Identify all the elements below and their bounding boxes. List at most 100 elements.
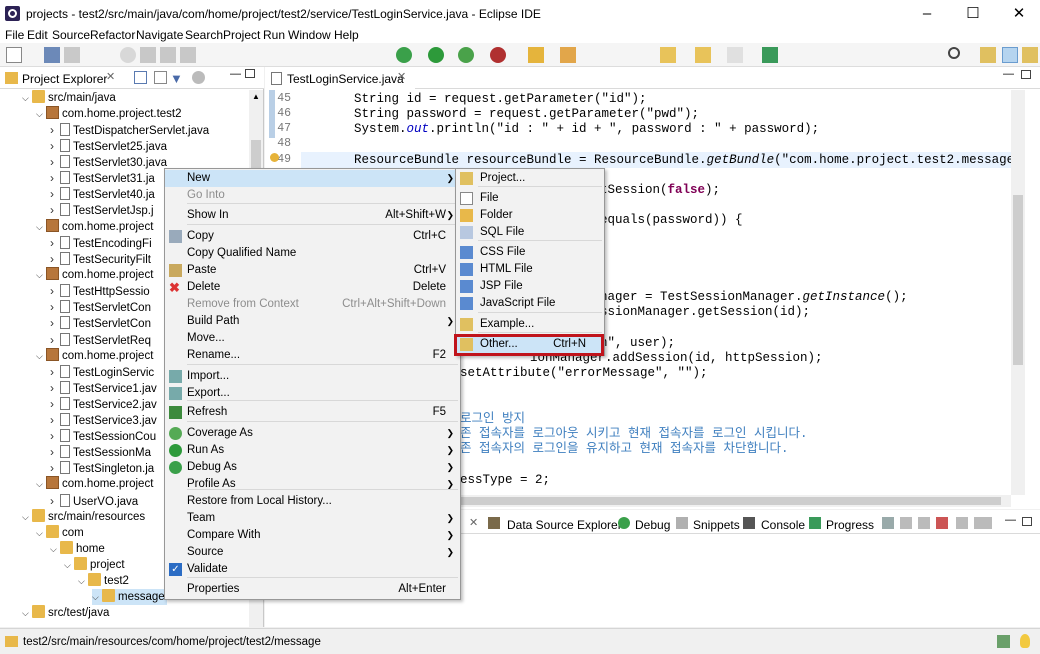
tree-item[interactable]: › TestLoginServic <box>50 364 154 380</box>
menu-window[interactable]: Window <box>288 28 331 42</box>
menu-file[interactable]: File <box>5 28 24 42</box>
new-example[interactable]: Example... <box>456 316 604 333</box>
expand-arrow-icon[interactable]: › <box>50 235 60 251</box>
tree-item[interactable]: › TestServlet30.java <box>50 154 167 170</box>
menu-item-copy[interactable]: Copy Ctrl+C <box>165 228 460 245</box>
menu-item-restore-from-local-history[interactable]: Restore from Local History... <box>165 493 460 510</box>
view-menu-icon[interactable] <box>192 71 205 84</box>
maximize-editor-icon[interactable] <box>1021 70 1031 79</box>
open-type-icon[interactable] <box>528 47 544 63</box>
expand-arrow-icon[interactable]: › <box>50 412 60 428</box>
menu-item-compare-with[interactable]: Compare With ❯ <box>165 527 460 544</box>
tree-item[interactable]: ⌵ home <box>50 541 105 557</box>
tree-item[interactable]: › TestServletJsp.j <box>50 202 154 218</box>
collapse-arrow-icon[interactable]: ⌵ <box>36 106 46 122</box>
menu-project[interactable]: Project <box>223 28 260 42</box>
menu-item-refresh[interactable]: Refresh F5 <box>165 404 460 421</box>
code-fragment[interactable]: equals(password)) { <box>600 213 743 228</box>
expand-arrow-icon[interactable]: › <box>50 493 60 509</box>
tree-item[interactable]: › TestServletCon <box>50 315 151 331</box>
tree-item[interactable]: › TestServlet40.ja <box>50 186 155 202</box>
new-html-file[interactable]: HTML File <box>456 261 604 278</box>
close-button[interactable]: ✕ <box>996 0 1040 28</box>
tree-item[interactable]: ⌵ com.home.project.test2 <box>36 106 182 122</box>
expand-arrow-icon[interactable]: › <box>50 170 60 186</box>
collapse-arrow-icon[interactable]: ⌵ <box>22 605 32 621</box>
new-css-file[interactable]: CSS File <box>456 244 604 261</box>
maximize-button[interactable]: ☐ <box>950 0 996 28</box>
editor-vscrollbar[interactable] <box>1011 90 1025 495</box>
maximize-view-icon[interactable] <box>245 69 255 78</box>
debug-bug-icon[interactable] <box>396 47 412 63</box>
collapse-arrow-icon[interactable]: ⌵ <box>78 573 88 589</box>
menu-item-run-as[interactable]: Run As ❯ <box>165 442 460 459</box>
expand-arrow-icon[interactable]: › <box>50 283 60 299</box>
search-icon[interactable] <box>948 47 960 59</box>
tab-progress[interactable]: Progress <box>826 518 874 532</box>
maximize-panel-icon[interactable] <box>1022 517 1032 526</box>
code-comment[interactable]: 존 접속자를 로그아웃 시키고 현재 접속자를 로그인 시킵니다. <box>460 427 808 442</box>
new-javascript-file[interactable]: JavaScript File <box>456 295 604 312</box>
tree-item[interactable]: ⌵ project <box>64 557 125 573</box>
menu-item-team[interactable]: Team ❯ <box>165 510 460 527</box>
tree-item[interactable]: › TestSessionMa <box>50 444 151 460</box>
tree-item[interactable]: › TestSingleton.ja <box>50 460 154 476</box>
tree-item[interactable]: › TestServletCon <box>50 299 151 315</box>
collapse-arrow-icon[interactable]: ⌵ <box>22 90 32 106</box>
menu-navigate[interactable]: Navigate <box>136 28 183 42</box>
terminate-icon[interactable] <box>180 47 196 63</box>
expand-arrow-icon[interactable]: › <box>50 364 60 380</box>
menu-edit[interactable]: Edit <box>27 28 48 42</box>
tree-item[interactable]: ⌵ test2 <box>78 573 129 589</box>
collapse-arrow-icon[interactable]: ⌵ <box>36 525 46 541</box>
menu-item-paste[interactable]: Paste Ctrl+V <box>165 262 460 279</box>
menu-item-import[interactable]: Import... <box>165 368 460 385</box>
collapse-arrow-icon[interactable]: ⌵ <box>50 541 60 557</box>
code-comment[interactable]: 로그인 방지 <box>460 412 525 427</box>
menu-item-rename[interactable]: Rename... F2 <box>165 347 460 364</box>
expand-arrow-icon[interactable]: › <box>50 202 60 218</box>
menu-item-validate[interactable]: ✓ Validate <box>165 561 460 578</box>
editor-hscroll-thumb[interactable] <box>421 497 1001 505</box>
menu-item-coverage-as[interactable]: Coverage As ❯ <box>165 425 460 442</box>
link-editor-icon[interactable] <box>154 71 167 84</box>
back-icon[interactable] <box>695 47 711 63</box>
suspend-icon[interactable] <box>160 47 176 63</box>
tree-item[interactable]: › TestSecurityFilt <box>50 251 151 267</box>
skip-breakpoints-icon[interactable] <box>120 47 136 63</box>
java-ee-perspective-icon[interactable] <box>980 47 996 63</box>
minimize-button[interactable]: – <box>904 0 950 28</box>
collapse-arrow-icon[interactable]: ⌵ <box>36 476 46 492</box>
code-fragment[interactable]: tSession(false); <box>600 183 720 198</box>
code-line-46[interactable]: String password = request.getParameter("… <box>354 107 699 122</box>
tree-item[interactable]: ⌵ src/main/java <box>22 90 116 106</box>
menu-item-copy-qualified-name[interactable]: Copy Qualified Name <box>165 245 460 262</box>
new-file[interactable]: File <box>456 190 604 207</box>
tree-item[interactable]: › TestDispatcherServlet.java <box>50 122 209 138</box>
console-toolbar[interactable] <box>882 517 992 529</box>
debug-perspective-icon[interactable] <box>1002 47 1018 63</box>
menu-item-source[interactable]: Source ❯ <box>165 544 460 561</box>
tree-item[interactable]: ⌵ com <box>36 525 84 541</box>
menu-item-build-path[interactable]: Build Path ❯ <box>165 313 460 330</box>
coverage-icon[interactable] <box>458 47 474 63</box>
menu-item-show-in[interactable]: Show In Alt+Shift+W ❯ <box>165 207 460 224</box>
menu-refactor[interactable]: Refactor <box>90 28 135 42</box>
code-line-49[interactable]: ResourceBundle resourceBundle = Resource… <box>354 153 1040 168</box>
prev-annotation-icon[interactable] <box>660 47 676 63</box>
menu-item-profile-as[interactable]: Profile As ❯ <box>165 476 460 493</box>
collapse-arrow-icon[interactable]: ⌵ <box>92 589 102 605</box>
save-icon[interactable] <box>44 47 60 63</box>
code-fragment[interactable]: setAttribute("errorMessage", ""); <box>460 366 708 381</box>
expand-arrow-icon[interactable]: › <box>50 332 60 348</box>
collapse-all-icon[interactable] <box>134 71 147 84</box>
menu-help[interactable]: Help <box>334 28 359 42</box>
tree-item[interactable]: › TestService3.jav <box>50 412 157 428</box>
code-line-45[interactable]: String id = request.getParameter("id"); <box>354 92 647 107</box>
close-editor-icon[interactable]: ✕ <box>397 70 406 83</box>
expand-arrow-icon[interactable]: › <box>50 186 60 202</box>
tree-item[interactable]: ⌵ com.home.project <box>36 348 153 364</box>
tree-item[interactable]: › TestEncodingFi <box>50 235 152 251</box>
tree-item[interactable]: › TestServlet31.ja <box>50 170 155 186</box>
updates-icon[interactable] <box>997 635 1010 648</box>
